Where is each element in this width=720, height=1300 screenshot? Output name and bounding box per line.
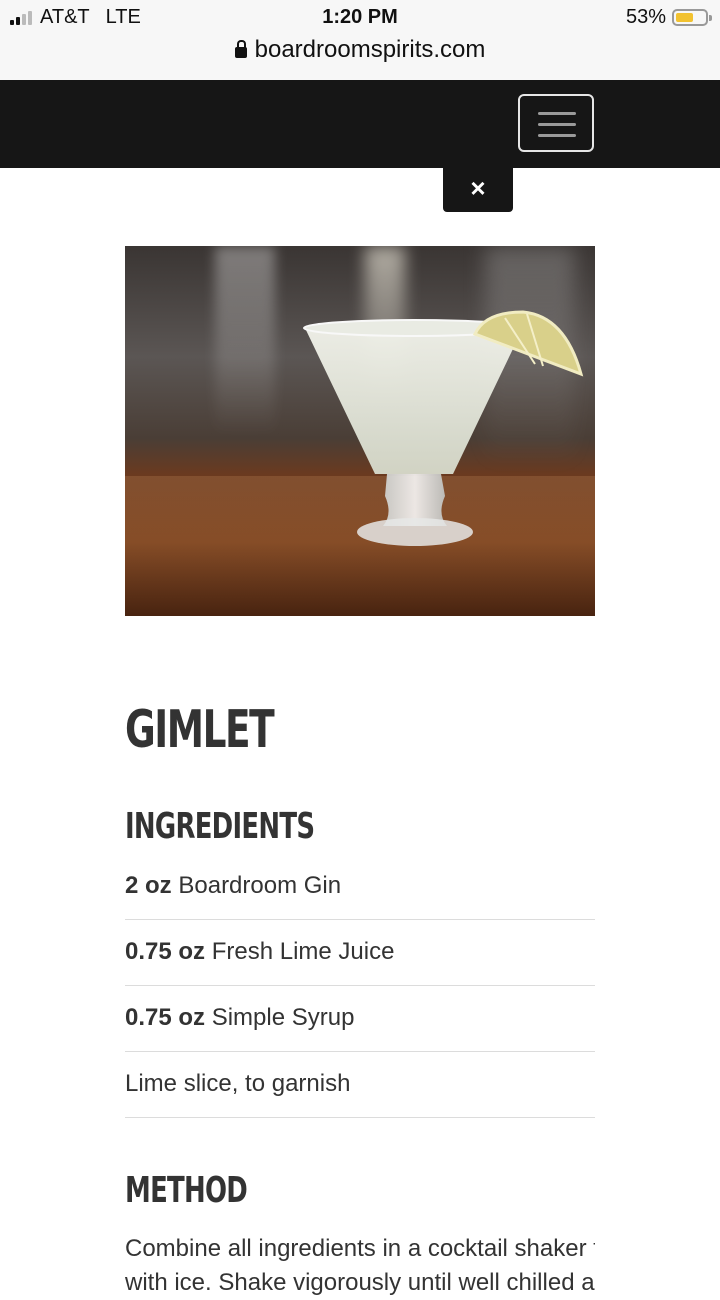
battery-icon: [672, 9, 712, 26]
list-item: 0.75 oz Fresh Lime Juice: [125, 920, 595, 986]
clock: 1:20 PM: [322, 6, 398, 28]
close-button[interactable]: ×: [443, 168, 513, 212]
battery-status: 53%: [625, 6, 712, 29]
ingredient-name: Boardroom Gin: [178, 872, 342, 899]
list-item: 0.75 oz Simple Syrup: [125, 986, 595, 1052]
ingredient-name: Simple Syrup: [211, 1004, 355, 1031]
status-bar: AT&T LTE 1:20 PM 53% boardroomspirits.co…: [0, 0, 720, 80]
cocktail-photo: [125, 246, 595, 616]
hamburger-menu-button[interactable]: [518, 94, 594, 152]
ingredient-name: Lime slice, to garnish: [125, 1070, 351, 1097]
ingredient-name: Fresh Lime Juice: [211, 938, 395, 965]
url-bar[interactable]: boardroomspirits.com: [0, 36, 720, 64]
ingredients-heading: INGREDIENTS: [125, 806, 315, 847]
recipe-title: GIMLET: [125, 700, 275, 760]
method-text-line1: Combine all ingredients in a cocktail sh…: [125, 1235, 595, 1262]
method-heading: METHOD: [125, 1170, 248, 1211]
battery-percent: 53%: [625, 6, 666, 28]
list-item: 2 oz Boardroom Gin: [125, 854, 595, 920]
site-header: [0, 80, 720, 168]
martini-glass-image: [303, 310, 584, 546]
ingredient-amount: 2 oz: [125, 872, 172, 899]
lock-icon: [234, 40, 247, 58]
ingredient-amount: 0.75 oz: [125, 1004, 206, 1031]
ingredient-amount: 0.75 oz: [125, 938, 206, 965]
method-text-line2: with ice. Shake vigorously until well ch…: [125, 1269, 595, 1296]
url-text: boardroomspirits.com: [254, 36, 486, 63]
list-item: Lime slice, to garnish: [125, 1052, 595, 1118]
ingredients-list: 2 oz Boardroom Gin 0.75 oz Fresh Lime Ju…: [125, 854, 595, 1118]
